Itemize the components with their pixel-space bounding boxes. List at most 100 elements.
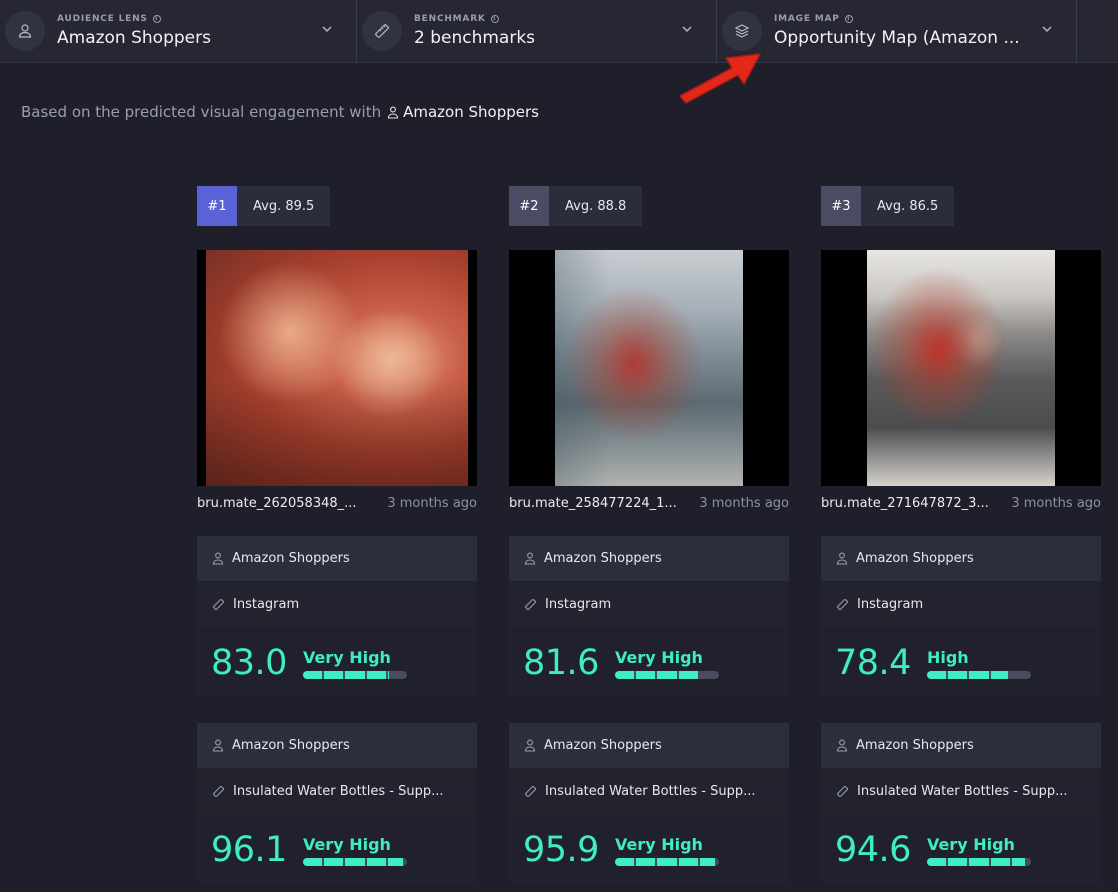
person-icon (836, 552, 848, 565)
audience-lens-dropdown[interactable]: AUDIENCE LENS i Amazon Shoppers (0, 0, 357, 63)
subtitle-lens: Amazon Shoppers (387, 103, 539, 121)
person-icon (5, 11, 45, 51)
file-name[interactable]: bru.mate_258477224_1... (509, 496, 677, 511)
average-score: Avg. 89.5 (237, 186, 331, 226)
score-bar-segment (614, 670, 635, 679)
result-thumbnail[interactable] (821, 250, 1101, 486)
score-value: 96.1 (211, 830, 287, 870)
card-benchmark-row: Instagram (197, 582, 477, 628)
card-audience-row: Amazon Shoppers (509, 723, 789, 769)
card-score-row: 83.0 Very High (197, 628, 477, 698)
ruler-icon (213, 599, 224, 610)
ruler-icon (837, 786, 848, 797)
dropdown-label: AUDIENCE LENS i (57, 14, 319, 24)
score-bar (926, 670, 1031, 679)
score-level: Very High (926, 834, 1015, 854)
score-card: Amazon Shoppers Insulated Water Bottles … (509, 723, 789, 885)
info-icon[interactable]: i (152, 15, 161, 23)
ruler-icon (525, 786, 536, 797)
score-value: 95.9 (523, 830, 599, 870)
image-map-dropdown[interactable]: IMAGE MAP i Opportunity Map (Amazon ... (717, 0, 1077, 63)
person-icon (388, 106, 399, 119)
score-level: Very High (614, 834, 703, 854)
card-audience-row: Amazon Shoppers (197, 536, 477, 582)
score-bar-segment (302, 857, 323, 866)
top-filter-bar: AUDIENCE LENS i Amazon Shoppers BENCHMARK… (0, 0, 1118, 63)
result-column-3: #3 Avg. 86.5 bru.mate_271647872_3... 3 m… (821, 186, 1101, 885)
score-bar (614, 857, 719, 866)
chevron-down-icon[interactable] (320, 22, 334, 36)
dropdown-label: IMAGE MAP i (774, 14, 1036, 24)
card-benchmark-row: Insulated Water Bottles - Supp... (197, 769, 477, 815)
card-audience-row: Amazon Shoppers (821, 723, 1101, 769)
score-card: Amazon Shoppers Instagram 78.4 High (821, 536, 1101, 698)
score-bar-segment (387, 857, 403, 866)
score-value: 81.6 (523, 643, 599, 683)
ruler-icon (213, 786, 224, 797)
card-score-row: 95.9 Very High (509, 815, 789, 885)
score-bar (302, 670, 407, 679)
result-thumbnail[interactable] (197, 250, 477, 486)
card-score-row: 78.4 High (821, 628, 1101, 698)
score-level: High (926, 647, 969, 667)
score-value: 94.6 (835, 830, 911, 870)
average-score: Avg. 86.5 (861, 186, 955, 226)
score-card: Amazon Shoppers Insulated Water Bottles … (197, 723, 477, 885)
person-icon (212, 552, 224, 565)
dropdown-value: Amazon Shoppers (57, 28, 211, 48)
score-bar-segment (345, 857, 365, 866)
score-bar-segment (948, 670, 968, 679)
score-bar-segment (302, 670, 323, 679)
dropdown-label: BENCHMARK i (414, 14, 676, 24)
info-icon[interactable]: i (490, 15, 499, 23)
person-icon (524, 739, 536, 752)
score-bar-segment (366, 857, 386, 866)
info-icon[interactable]: i (844, 15, 853, 23)
score-bar (614, 670, 719, 679)
score-bar-segment (926, 857, 947, 866)
score-bar-segment (324, 670, 344, 679)
card-score-row: 94.6 Very High (821, 815, 1101, 885)
card-benchmark-row: Instagram (509, 582, 789, 628)
score-level: Very High (302, 834, 391, 854)
rank-badge: #1 (197, 186, 237, 226)
score-bar-segment (926, 670, 947, 679)
score-card: Amazon Shoppers Instagram 81.6 Very High (509, 536, 789, 698)
ruler-icon (837, 599, 848, 610)
card-benchmark-row: Insulated Water Bottles - Supp... (821, 769, 1101, 815)
score-bar-segment (387, 670, 390, 679)
score-value: 83.0 (211, 643, 287, 683)
ruler-icon (525, 599, 536, 610)
score-bar-segment (636, 857, 656, 866)
score-bar-segment (657, 857, 677, 866)
score-bar-segment (699, 857, 715, 866)
dropdown-value: 2 benchmarks (414, 28, 536, 48)
chevron-down-icon[interactable] (680, 22, 694, 36)
benchmark-dropdown[interactable]: BENCHMARK i 2 benchmarks (357, 0, 717, 63)
score-bar-segment (366, 670, 386, 679)
result-thumbnail[interactable] (509, 250, 789, 486)
average-score: Avg. 88.8 (549, 186, 643, 226)
rank-badge: #3 (821, 186, 861, 226)
card-score-row: 96.1 Very High (197, 815, 477, 885)
chevron-down-icon[interactable] (1040, 22, 1054, 36)
card-benchmark-row: Insulated Water Bottles - Supp... (509, 769, 789, 815)
score-value: 78.4 (835, 643, 911, 683)
score-bar-segment (990, 857, 1010, 866)
score-bar-segment (969, 670, 989, 679)
rank-badge: #2 (509, 186, 549, 226)
file-name[interactable]: bru.mate_262058348_... (197, 496, 357, 511)
file-age: 3 months ago (699, 496, 789, 511)
result-column-1: #1 Avg. 89.5 bru.mate_262058348_... 3 mo… (197, 186, 477, 885)
score-bar-segment (969, 857, 989, 866)
score-bar-segment (678, 857, 698, 866)
score-bar-segment (1011, 857, 1026, 866)
score-bar (926, 857, 1031, 866)
score-bar-segment (636, 670, 656, 679)
score-bar-segment (678, 670, 698, 679)
card-benchmark-row: Instagram (821, 582, 1101, 628)
score-bar-segment (614, 857, 635, 866)
score-bar-segment (345, 670, 365, 679)
file-name[interactable]: bru.mate_271647872_3... (821, 496, 989, 511)
score-level: Very High (614, 647, 703, 667)
